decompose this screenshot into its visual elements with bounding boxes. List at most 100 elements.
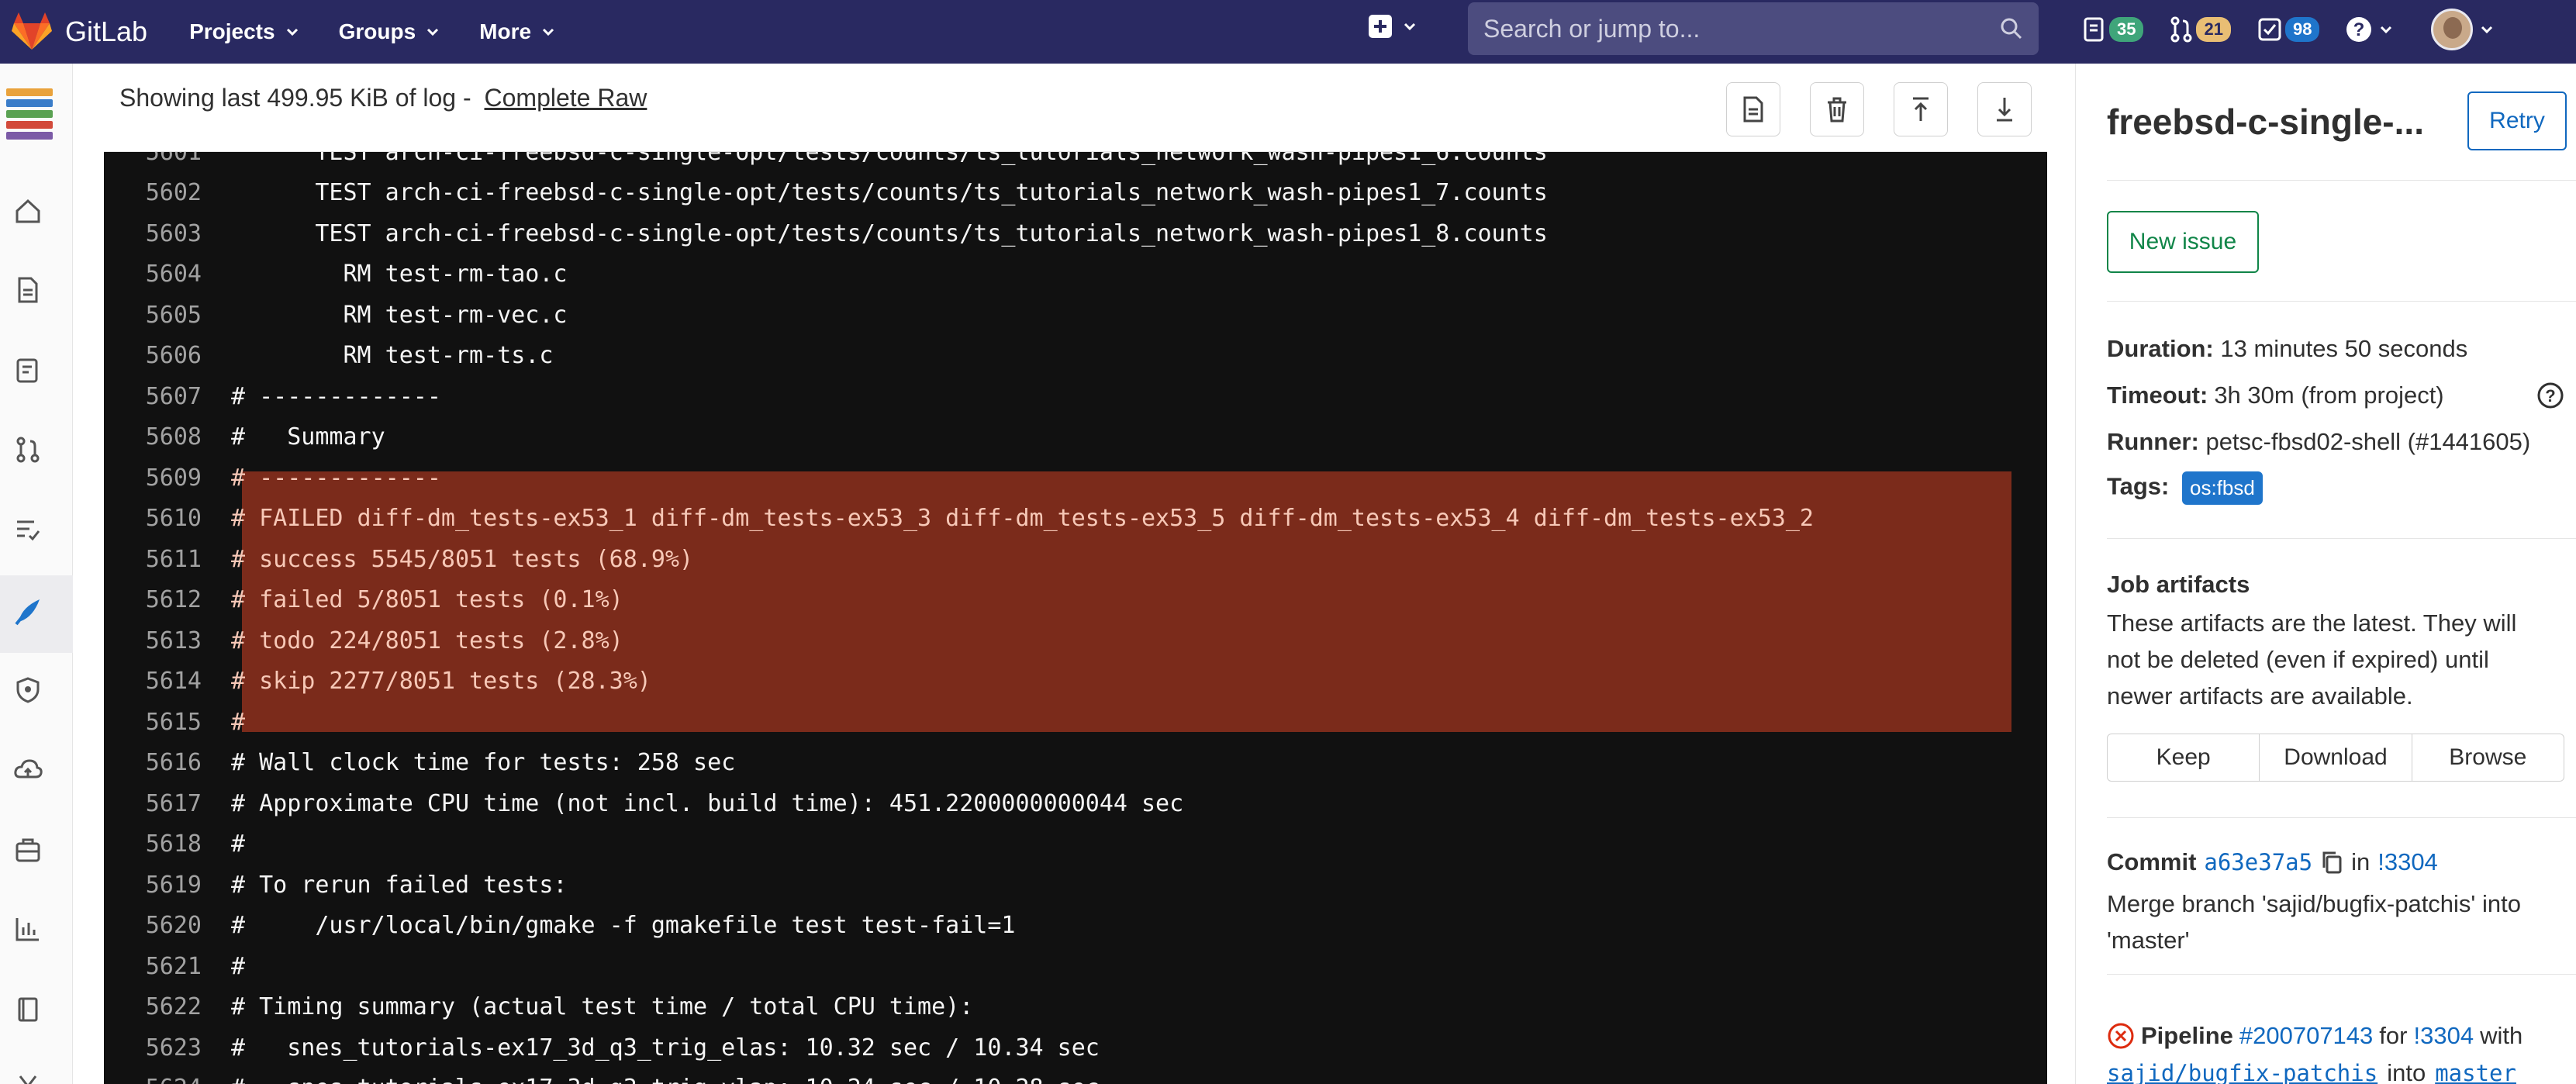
sidebar-item-packages[interactable]: [12, 834, 43, 865]
merge-requests-count: 21: [2196, 17, 2231, 42]
new-dropdown-button[interactable]: [1368, 14, 1416, 39]
document-icon: [1743, 96, 1763, 123]
log-line-number[interactable]: 5611: [104, 546, 220, 573]
runner-label: Runner:: [2107, 428, 2199, 455]
log-line: 5610 # FAILED diff-dm_tests-ex53_1 diff-d…: [104, 499, 2047, 539]
log-line-text: TEST arch-ci-freebsd-c-single-opt/tests/…: [231, 152, 1548, 166]
log-line-number[interactable]: 5620: [104, 912, 220, 939]
sidebar-item-snippets[interactable]: [12, 1072, 43, 1084]
commit-sha-link[interactable]: a63e37a5: [2204, 849, 2312, 875]
sidebar-item-security[interactable]: [12, 675, 43, 706]
log-line: 5605 RM test-rm-vec.c: [104, 295, 2047, 335]
nav-groups-label: Groups: [338, 19, 416, 43]
log-line: 5619 # To rerun failed tests:: [104, 865, 2047, 905]
log-line-number[interactable]: 5607: [104, 383, 220, 410]
job-title: freebsd-c-single-...: [2107, 102, 2424, 142]
log-line-number[interactable]: 5617: [104, 790, 220, 817]
download-button[interactable]: Download: [2260, 734, 2412, 781]
todos-counter[interactable]: 98: [2257, 17, 2320, 42]
log-line-number[interactable]: 5621: [104, 953, 220, 980]
book-icon: [18, 997, 38, 1022]
search-input[interactable]: Search or jump to...: [1468, 2, 2039, 55]
log-line: 5612 # failed 5/8051 tests (0.1%): [104, 580, 2047, 620]
sidebar-item-wiki[interactable]: [12, 994, 43, 1025]
erase-log-button[interactable]: [1810, 82, 1864, 136]
log-line-number[interactable]: 5610: [104, 505, 220, 532]
sidebar-item-merge-requests[interactable]: [12, 434, 43, 465]
log-line-text: # /usr/local/bin/gmake -f gmakefile test…: [231, 912, 1016, 939]
user-avatar[interactable]: [2431, 9, 2474, 50]
retry-button[interactable]: Retry: [2467, 91, 2567, 150]
log-line-text: # -------------: [231, 382, 441, 410]
log-line: 5624# snes_tutorials-ex17_3d_q3_trig_vla…: [104, 1068, 2047, 1084]
log-line-number[interactable]: 5603: [104, 220, 220, 247]
source-branch-link[interactable]: sajid/bugfix-patchis: [2107, 1060, 2377, 1084]
pipeline-mr-link[interactable]: !3304: [2413, 1022, 2474, 1050]
log-line-number[interactable]: 5612: [104, 586, 220, 613]
nav-projects[interactable]: Projects: [189, 19, 299, 44]
copy-icon[interactable]: [2320, 850, 2343, 875]
log-line-text: TEST arch-ci-freebsd-c-single-opt/tests/…: [231, 179, 1548, 206]
pipeline-into-text: into: [2387, 1059, 2426, 1084]
browse-button[interactable]: Browse: [2412, 734, 2564, 781]
timeout-value: 3h 30m (from project): [2214, 381, 2444, 409]
log-line-number[interactable]: 5608: [104, 423, 220, 451]
log-line-number[interactable]: 5618: [104, 830, 220, 858]
log-line-number[interactable]: 5619: [104, 872, 220, 899]
svg-text:?: ?: [2545, 386, 2555, 406]
nav-more[interactable]: More: [479, 19, 554, 44]
sidebar-item-issues[interactable]: [12, 355, 43, 386]
artifacts-title: Job artifacts: [2107, 571, 2250, 598]
sidebar-item-project[interactable]: [12, 195, 43, 226]
log-line-number[interactable]: 5602: [104, 179, 220, 206]
chevron-down-icon: [1404, 22, 1416, 30]
sidebar-item-ci-cd[interactable]: [12, 596, 43, 627]
artifacts-buttons: Keep Download Browse: [2107, 734, 2564, 782]
log-line-text: # Summary: [231, 423, 385, 451]
keep-button[interactable]: Keep: [2108, 734, 2260, 781]
log-line-number[interactable]: 5614: [104, 668, 220, 695]
log-line-number[interactable]: 5616: [104, 749, 220, 776]
commit-mr-link[interactable]: !3304: [2377, 848, 2438, 876]
log-line-number[interactable]: 5604: [104, 261, 220, 288]
show-raw-button[interactable]: [1726, 82, 1780, 136]
target-branch-link[interactable]: master: [2435, 1060, 2516, 1084]
log-line-number[interactable]: 5622: [104, 993, 220, 1020]
rocket-icon: [15, 599, 40, 626]
log-line-number[interactable]: 5609: [104, 464, 220, 492]
log-line-text: # todo 224/8051 tests (2.8%): [231, 627, 623, 654]
log-line-number[interactable]: 5623: [104, 1034, 220, 1062]
log-line: 5601 TEST arch-ci-freebsd-c-single-opt/t…: [104, 152, 2047, 172]
job-details-sidebar: freebsd-c-single-... Retry New issue Dur…: [2075, 64, 2576, 1084]
log-line-number[interactable]: 5615: [104, 709, 220, 736]
log-line-number[interactable]: 5601: [104, 152, 220, 166]
log-line: 5622 # Timing summary (actual test time /…: [104, 987, 2047, 1027]
log-line-number[interactable]: 5605: [104, 302, 220, 329]
issues-icon: [16, 358, 38, 383]
new-issue-button[interactable]: New issue: [2107, 211, 2259, 273]
chevron-down-icon: [2481, 26, 2493, 33]
pipeline-id-link[interactable]: #200707143: [2239, 1022, 2373, 1050]
question-circle-icon[interactable]: ?: [2536, 381, 2564, 409]
log-line: 5602 TEST arch-ci-freebsd-c-single-opt/t…: [104, 173, 2047, 213]
log-line-number[interactable]: 5624: [104, 1075, 220, 1084]
sidebar-item-operations[interactable]: [12, 754, 43, 785]
sidebar-item-requirements[interactable]: [12, 513, 43, 544]
project-avatar[interactable]: [6, 85, 53, 141]
duration-value: 13 minutes 50 seconds: [2220, 335, 2468, 362]
log-line: 5606 RM test-rm-ts.c: [104, 336, 2047, 376]
issues-counter[interactable]: 35: [2083, 16, 2144, 43]
merge-requests-counter[interactable]: 21: [2170, 16, 2231, 43]
gitlab-logo[interactable]: GitLab: [11, 12, 147, 51]
scroll-to-top-button[interactable]: [1894, 82, 1948, 136]
todos-count: 98: [2284, 17, 2320, 42]
log-line-number[interactable]: 5613: [104, 627, 220, 654]
nav-groups[interactable]: Groups: [339, 19, 440, 44]
sidebar-item-analytics[interactable]: [12, 913, 43, 944]
complete-raw-link[interactable]: Complete Raw: [485, 84, 647, 112]
log-line-number[interactable]: 5606: [104, 342, 220, 369]
sidebar-item-repository[interactable]: [12, 274, 43, 306]
scroll-to-bottom-button[interactable]: [1977, 82, 2032, 136]
tags-row: Tags: os:fbsd: [2107, 471, 2263, 505]
help-dropdown[interactable]: ?: [2346, 16, 2392, 43]
